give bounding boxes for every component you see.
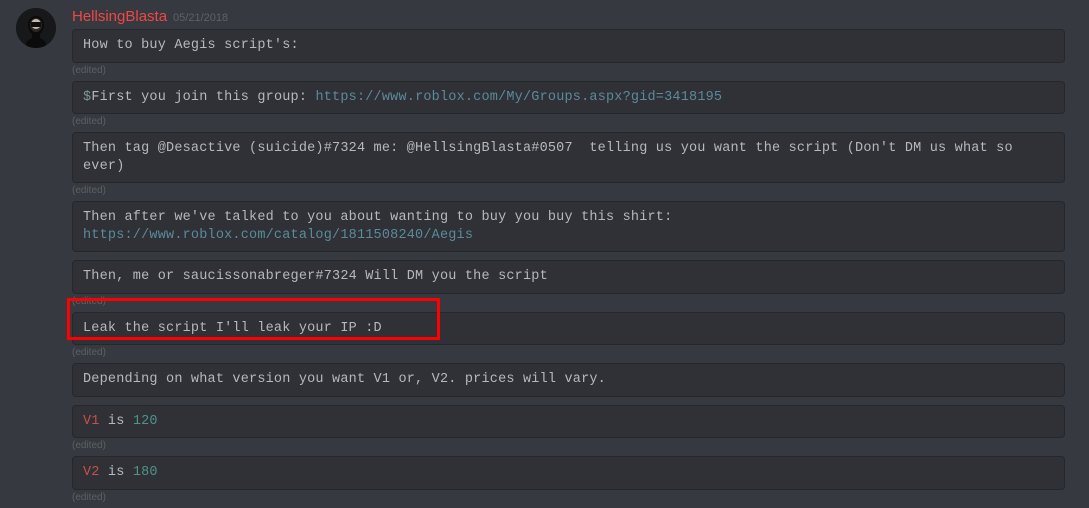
author-name[interactable]: HellsingBlasta xyxy=(72,8,167,25)
code-block: Then, me or saucissonabreger#7324 Will D… xyxy=(72,260,1065,294)
version-label: V1 xyxy=(83,414,100,429)
message-content: HellsingBlasta 05/21/2018 How to buy Aeg… xyxy=(72,8,1073,508)
avatar[interactable] xyxy=(16,8,56,48)
edited-indicator: (edited) xyxy=(72,492,1065,503)
code-block: Depending on what version you want V1 or… xyxy=(72,363,1065,397)
code-block: V2 is 180 xyxy=(72,456,1065,490)
price-value: 120 xyxy=(133,414,158,429)
link-text: https://www.roblox.com/catalog/181150824… xyxy=(83,228,473,243)
message-timestamp: 05/21/2018 xyxy=(173,12,228,24)
edited-indicator: (edited) xyxy=(72,440,1065,451)
edited-indicator: (edited) xyxy=(72,185,1065,196)
code-block: $First you join this group: https://www.… xyxy=(72,81,1065,115)
edited-indicator: (edited) xyxy=(72,116,1065,127)
edited-indicator: (edited) xyxy=(72,65,1065,76)
avatar-column xyxy=(16,8,72,508)
chat-message: HellsingBlasta 05/21/2018 How to buy Aeg… xyxy=(0,0,1089,508)
code-block: V1 is 120 xyxy=(72,405,1065,439)
message-body: How to buy Aegis script's:(edited)$First… xyxy=(72,29,1065,503)
price-value: 180 xyxy=(133,465,158,480)
link-text: https://www.roblox.com/My/Groups.aspx?gi… xyxy=(315,90,722,105)
edited-indicator: (edited) xyxy=(72,347,1065,358)
code-block: Then after we've talked to you about wan… xyxy=(72,201,1065,252)
edited-indicator: (edited) xyxy=(72,296,1065,307)
code-block: How to buy Aegis script's: xyxy=(72,29,1065,63)
code-block: Then tag @Desactive (suicide)#7324 me: @… xyxy=(72,132,1065,183)
code-block: Leak the script I'll leak your IP :D xyxy=(72,312,1065,346)
version-label: V2 xyxy=(83,465,100,480)
message-header: HellsingBlasta 05/21/2018 xyxy=(72,8,1065,25)
avatar-image xyxy=(16,8,56,48)
